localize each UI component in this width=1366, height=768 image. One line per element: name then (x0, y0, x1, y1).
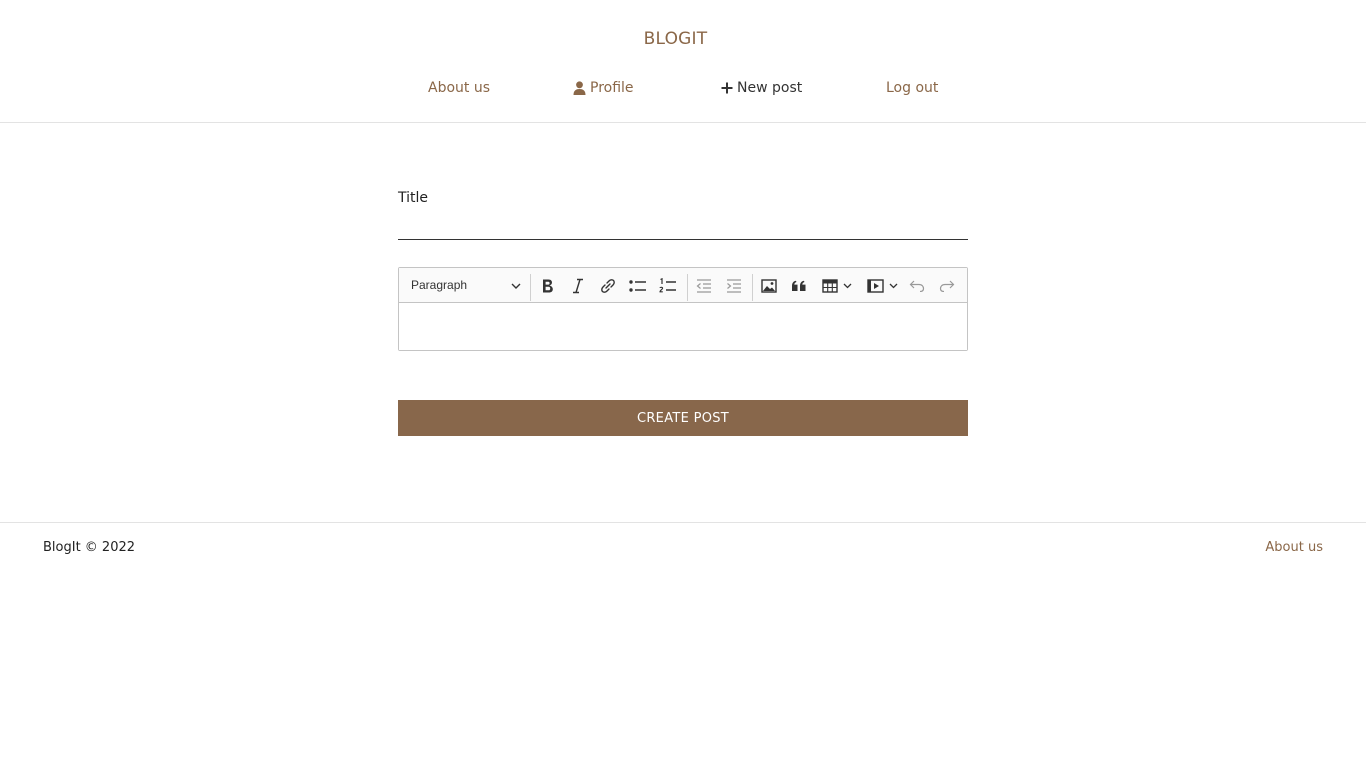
block-format-dropdown[interactable]: Paragraph (405, 270, 527, 300)
block-format-label: Paragraph (411, 278, 468, 292)
nav-about-link[interactable]: About us (428, 80, 490, 96)
toolbar-separator (687, 274, 688, 301)
insert-media-dropdown[interactable] (863, 272, 901, 299)
insert-table-dropdown[interactable] (818, 272, 856, 299)
redo-button[interactable] (936, 272, 958, 299)
toolbar-separator (752, 274, 753, 301)
title-label: Title (398, 190, 429, 206)
bulleted-list-button[interactable] (627, 272, 649, 299)
nav-profile-label: Profile (590, 80, 634, 96)
site-header: BLOGIT About us Profile New post Log out (0, 0, 1366, 123)
nav-new-post-link[interactable]: New post (721, 80, 802, 96)
indent-button[interactable] (723, 272, 745, 299)
plus-icon (721, 82, 733, 94)
nav-logout-link[interactable]: Log out (886, 80, 938, 96)
bulleted-list-icon (629, 279, 647, 293)
italic-button[interactable] (567, 272, 589, 299)
chevron-down-icon (843, 283, 852, 289)
rich-text-editor: Paragraph (398, 267, 968, 351)
block-quote-button[interactable] (788, 272, 810, 299)
nav-logout-label: Log out (886, 80, 939, 96)
outdent-button[interactable] (693, 272, 715, 299)
nav-new-post-label: New post (737, 80, 803, 96)
italic-icon (572, 278, 584, 294)
media-icon (866, 278, 884, 293)
image-icon (761, 278, 777, 293)
editor-content-area[interactable] (399, 303, 967, 350)
chevron-down-icon (889, 283, 898, 289)
indent-icon (726, 278, 742, 293)
title-input[interactable] (398, 213, 968, 239)
outdent-icon (696, 278, 712, 293)
new-post-form: Title (398, 190, 968, 240)
quote-icon (791, 280, 807, 292)
editor-toolbar: Paragraph (399, 268, 967, 303)
title-field[interactable]: Title (398, 190, 968, 240)
footer-about-link[interactable]: About us (1265, 540, 1323, 555)
undo-button[interactable] (906, 272, 928, 299)
bold-icon (541, 278, 555, 294)
table-icon (822, 278, 838, 293)
user-icon (573, 81, 586, 95)
toolbar-separator (530, 274, 531, 301)
brand-logo[interactable]: BLOGIT (0, 29, 1351, 49)
copyright-text: BlogIt © 2022 (43, 540, 136, 555)
link-icon (600, 278, 616, 294)
numbered-list-button[interactable] (657, 272, 679, 299)
insert-image-button[interactable] (758, 272, 780, 299)
create-post-button[interactable]: CREATE POST (398, 400, 968, 436)
numbered-list-icon (659, 277, 677, 294)
site-footer: BlogIt © 2022 About us (0, 522, 1366, 574)
chevron-down-icon (511, 278, 521, 292)
redo-icon (939, 280, 955, 292)
undo-icon (909, 280, 925, 292)
bold-button[interactable] (537, 272, 559, 299)
nav-profile-link[interactable]: Profile (573, 80, 634, 96)
nav-about-label: About us (428, 80, 491, 96)
link-button[interactable] (597, 272, 619, 299)
